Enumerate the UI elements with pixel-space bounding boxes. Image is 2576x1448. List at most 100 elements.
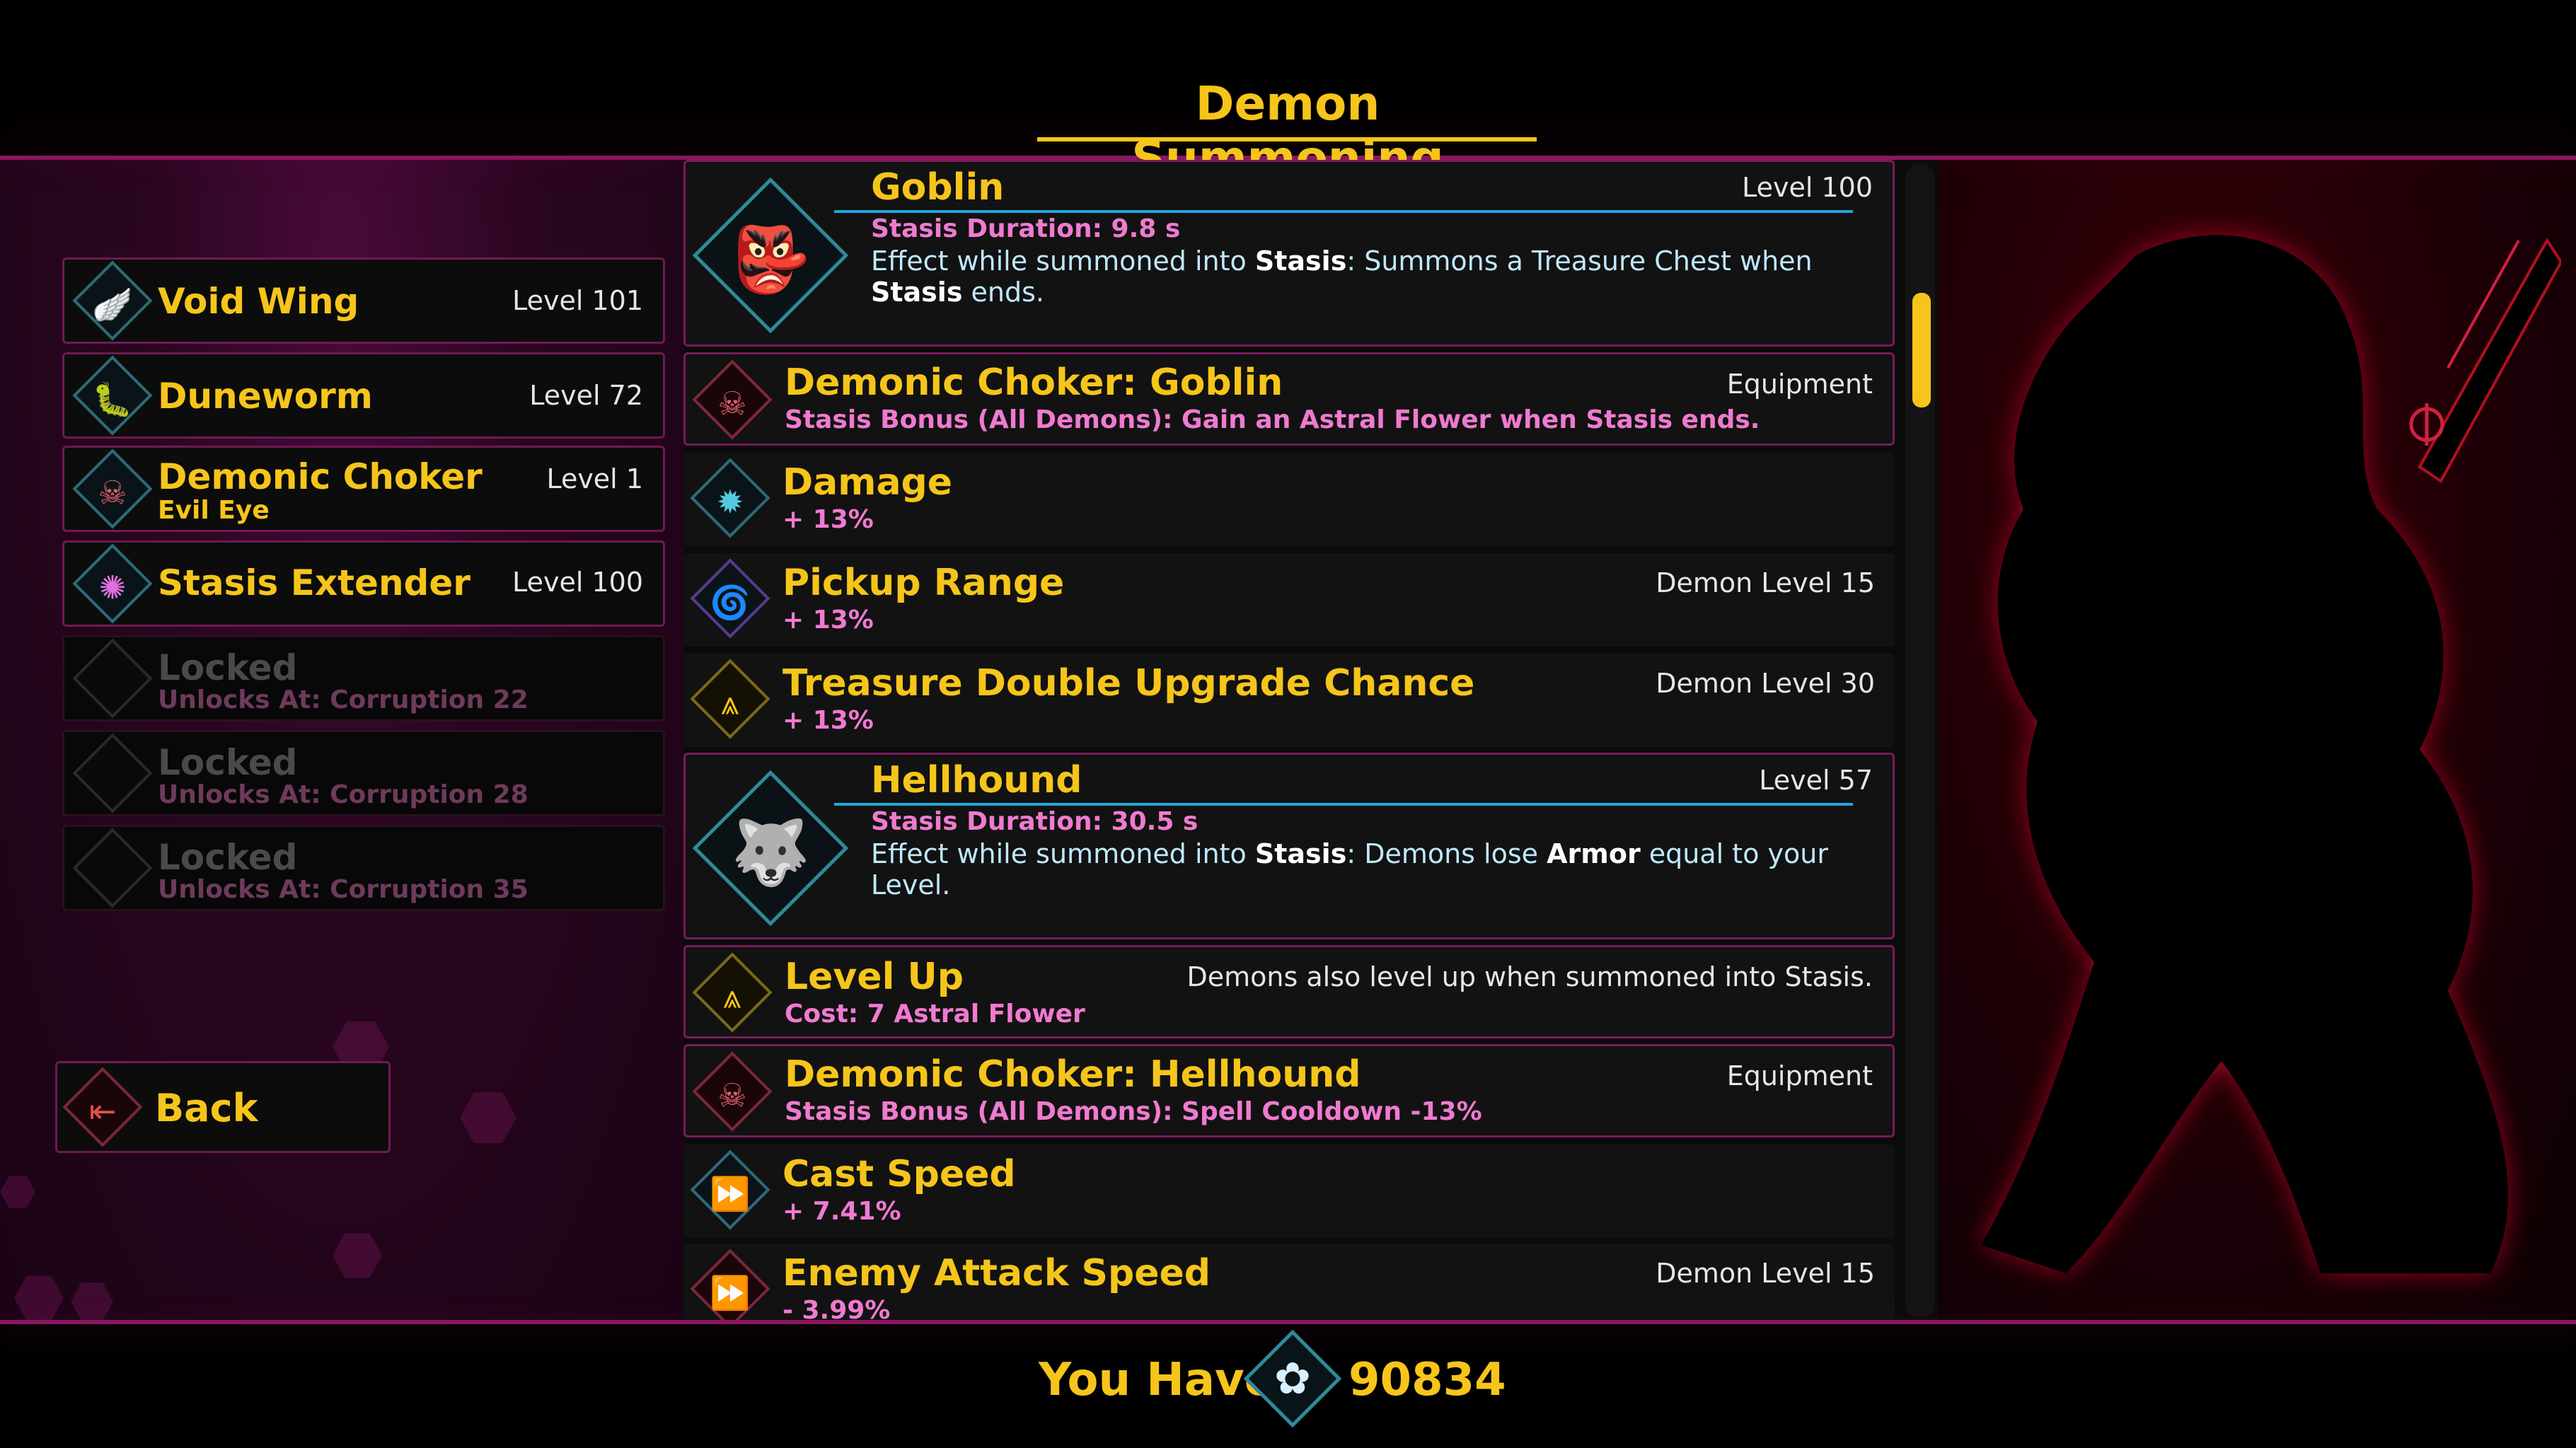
demon-level: Level 72	[529, 380, 643, 411]
row-requirement: Demon Level 15	[1656, 567, 1875, 598]
stat-row-enemy-attack-speed[interactable]: ⏩ Enemy Attack Speed Demon Level 15 - 3.…	[683, 1244, 1895, 1320]
demon-name: Void Wing	[158, 281, 359, 322]
worm-icon: 🐛	[92, 380, 133, 419]
currency-icon-frame: ✿	[1243, 1329, 1342, 1428]
level-up-arrow-icon: ⩓	[723, 977, 741, 1016]
row-note: Demons also level up when summoned into …	[1186, 961, 1873, 992]
demon-item-locked: Locked Unlocks At: Corruption 35	[62, 825, 665, 911]
row-icon-frame: ☠	[692, 359, 773, 440]
stat-row-damage[interactable]: ✹ Damage + 13%	[683, 453, 1895, 546]
row-icon-frame: ☠	[692, 1051, 773, 1132]
goblin-portrait-frame: 👺	[692, 177, 849, 334]
row-icon-frame: ⩓	[692, 952, 773, 1033]
scrollbar-thumb[interactable]	[1912, 293, 1931, 407]
row-description: Stasis Bonus (All Demons): Gain an Astra…	[785, 405, 1760, 434]
stasis-duration: Stasis Duration: 9.8 s	[871, 214, 1181, 243]
demon-level: Level 101	[512, 285, 643, 316]
bottom-frame-line	[0, 1320, 2576, 1324]
upgrade-arrow-icon: ⩓	[721, 683, 739, 722]
row-value: + 13%	[782, 505, 874, 534]
skull-icon: ☠	[717, 1076, 747, 1115]
sun-icon: ✺	[98, 568, 127, 607]
row-icon-frame: ⏩	[690, 1149, 770, 1230]
row-value: - 3.99%	[782, 1296, 891, 1320]
detail-divider	[834, 803, 1853, 806]
demon-name: Duneworm	[158, 376, 373, 417]
stat-row-pickup-range[interactable]: 🌀 Pickup Range Demon Level 15 + 13%	[683, 553, 1895, 647]
list-clip: ⏩ Enemy Attack Speed Demon Level 15 - 3.…	[683, 1244, 1895, 1320]
demon-icon-frame: 🪽	[72, 260, 153, 341]
demon-detail-hellhound[interactable]: 🐺 Hellhound Level 57 Stasis Duration: 30…	[683, 753, 1895, 939]
detail-divider	[834, 210, 1853, 213]
row-title: Cast Speed	[782, 1153, 1016, 1195]
row-requirement: Demon Level 30	[1656, 668, 1875, 699]
demon-icon-frame: ☠	[72, 448, 153, 529]
brain-icon: ✹	[716, 482, 744, 521]
locked-icon	[72, 638, 153, 719]
hellhound-icon: 🐺	[730, 816, 811, 891]
row-icon-frame: 🌀	[690, 558, 770, 639]
goblin-icon: 👺	[730, 223, 811, 298]
row-requirement: Demon Level 15	[1656, 1258, 1875, 1289]
astral-flower-icon: ✿	[1274, 1353, 1311, 1404]
back-arrow-icon: ⇤	[88, 1091, 117, 1130]
skull-icon: ☠	[717, 384, 747, 423]
detail-demon-level: Level 57	[1759, 765, 1873, 796]
equipment-row-goblin-choker[interactable]: ☠ Demonic Choker: Goblin Equipment Stasi…	[683, 352, 1895, 446]
demon-level: Level 100	[512, 567, 643, 598]
row-value: + 7.41%	[782, 1197, 901, 1226]
demon-name: Stasis Extender	[158, 562, 470, 603]
back-button[interactable]: ⇤ Back	[55, 1061, 391, 1153]
vortex-icon: 🌀	[710, 583, 751, 622]
unlock-condition: Unlocks At: Corruption 22	[158, 685, 529, 714]
row-title: Demonic Choker: Hellhound	[785, 1053, 1361, 1096]
row-title: Demonic Choker: Goblin	[785, 361, 1283, 404]
row-title: Treasure Double Upgrade Chance	[782, 662, 1475, 705]
row-description: Stasis Bonus (All Demons): Spell Cooldow…	[785, 1097, 1482, 1126]
currency-label: You Have	[1039, 1354, 1276, 1406]
stat-row-cast-speed[interactable]: ⏩ Cast Speed + 7.41%	[683, 1145, 1895, 1238]
demon-item-demonic-choker[interactable]: ☠ Demonic Choker Evil Eye Level 1	[62, 446, 665, 532]
demon-detail-goblin[interactable]: 👺 Goblin Level 100 Stasis Duration: 9.8 …	[683, 160, 1895, 347]
locked-icon	[72, 828, 153, 908]
detail-demon-name: Hellhound	[871, 759, 1082, 801]
demon-item-locked: Locked Unlocks At: Corruption 28	[62, 730, 665, 816]
detail-demon-name: Goblin	[871, 166, 1005, 209]
skull-icon: ☠	[98, 473, 127, 512]
title-underline	[1037, 137, 1537, 141]
currency-value: 90834	[1348, 1354, 1506, 1406]
demon-item-void-wing[interactable]: 🪽 Void Wing Level 101	[62, 257, 665, 344]
row-title: Pickup Range	[782, 562, 1065, 604]
row-tag: Equipment	[1726, 369, 1873, 400]
demon-icon-frame: 🐛	[72, 355, 153, 436]
wing-icon: 🪽	[92, 285, 133, 324]
locked-label: Locked	[158, 742, 298, 783]
row-tag: Equipment	[1726, 1060, 1873, 1091]
equipment-row-hellhound-choker[interactable]: ☠ Demonic Choker: Hellhound Equipment St…	[683, 1044, 1895, 1137]
fast-forward-icon: ⏩	[710, 1273, 751, 1312]
demon-item-duneworm[interactable]: 🐛 Duneworm Level 72	[62, 352, 665, 439]
demon-icon-frame: ✺	[72, 543, 153, 624]
row-value: + 13%	[782, 606, 874, 635]
back-icon-frame: ⇤	[62, 1067, 143, 1147]
row-title: Enemy Attack Speed	[782, 1252, 1211, 1294]
demon-level: Level 1	[546, 463, 643, 494]
stasis-duration: Stasis Duration: 30.5 s	[871, 807, 1199, 836]
hellhound-portrait-frame: 🐺	[692, 770, 849, 927]
row-icon-frame: ⩓	[690, 659, 770, 739]
row-value: + 13%	[782, 706, 874, 735]
row-icon-frame: ✹	[690, 458, 770, 538]
stasis-effect: Effect while summoned into Stasis: Summo…	[871, 245, 1813, 308]
demon-item-locked: Locked Unlocks At: Corruption 22	[62, 635, 665, 722]
stasis-effect: Effect while summoned into Stasis: Demon…	[871, 838, 1828, 900]
back-label: Back	[155, 1086, 258, 1130]
stat-row-treasure-double-upgrade[interactable]: ⩓ Treasure Double Upgrade Chance Demon L…	[683, 654, 1895, 747]
demon-subtitle: Evil Eye	[158, 496, 270, 525]
level-up-cost: Cost: 7 Astral Flower	[785, 1000, 1085, 1029]
locked-icon	[72, 733, 153, 813]
detail-demon-level: Level 100	[1742, 172, 1873, 203]
unlock-condition: Unlocks At: Corruption 28	[158, 780, 529, 809]
row-icon-frame: ⏩	[690, 1249, 770, 1320]
level-up-button[interactable]: ⩓ Level Up Demons also level up when sum…	[683, 945, 1895, 1038]
demon-item-stasis-extender[interactable]: ✺ Stasis Extender Level 100	[62, 540, 665, 627]
